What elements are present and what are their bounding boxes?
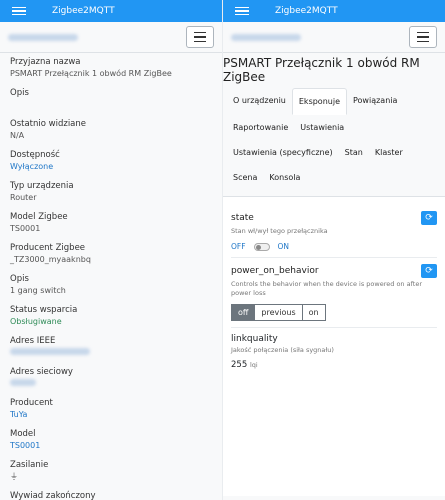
info-label: Producent Zigbee xyxy=(10,243,86,253)
info-value[interactable]: TuYa xyxy=(10,409,212,420)
device-info-list: Przyjazna nazwa PSMART Przełącznik 1 obwó… xyxy=(0,53,222,500)
device-title: PSMART Przełącznik 1 obwód RM ZigBee xyxy=(223,56,420,84)
info-label: Przyjazna nazwa xyxy=(10,57,81,67)
info-label: Typ urządzenia xyxy=(10,181,74,191)
info-value[interactable]: TS0001 xyxy=(10,440,212,451)
info-row: Typ urządzenia Router xyxy=(10,181,212,203)
power-option-button[interactable]: previous xyxy=(255,304,303,321)
info-row: Opis xyxy=(10,88,212,110)
app-title[interactable]: Zigbee2MQTT xyxy=(275,6,338,16)
expose-power-name: power_on_behavior xyxy=(231,266,319,276)
info-value: N/A xyxy=(10,131,25,140)
tab-item[interactable]: Stan xyxy=(339,140,369,165)
info-value xyxy=(10,378,212,389)
refresh-icon: ⟳ xyxy=(425,213,433,223)
info-row: Wywiad zakończonyPrawda xyxy=(10,491,212,500)
tab-item[interactable]: Klaster xyxy=(369,140,409,165)
info-label: Opis xyxy=(10,274,29,284)
expose-lq-desc: Jakość połączenia (siła sygnału) xyxy=(231,346,334,354)
tab-item[interactable]: Ustawienia xyxy=(294,115,350,140)
info-row: Adres sieciowy xyxy=(10,367,212,389)
info-value xyxy=(10,347,212,358)
tab-item[interactable]: Eksponuje xyxy=(291,88,347,115)
top-navbar: Zigbee2MQTT xyxy=(223,0,445,22)
tab-item[interactable]: Scena xyxy=(227,165,263,190)
expose-state-name: state xyxy=(231,213,254,223)
info-row: Status wsparcia Obsługiwane xyxy=(10,305,212,327)
info-row: Model Zigbee TS0001 xyxy=(10,212,212,234)
info-row: Model TS0001 xyxy=(10,429,212,451)
info-label: Zasilanie xyxy=(10,460,49,470)
lq-unit: lqi xyxy=(249,361,258,369)
info-row: Producent Zigbee _TZ3000_myaaknbq xyxy=(10,243,212,265)
expose-state-desc: Stan wł/wył tego przełącznika xyxy=(231,227,328,235)
device-info-pane: Zigbee2MQTT Przyjazna nazwa PSMART Przełą… xyxy=(0,0,222,500)
blurred-address xyxy=(8,33,78,41)
info-value: Router xyxy=(10,193,37,202)
info-label: Dostępność xyxy=(10,150,60,160)
info-row: Adres IEEE xyxy=(10,336,212,358)
info-value: _TZ3000_myaaknbq xyxy=(10,255,91,264)
info-value: TS0001 xyxy=(10,224,41,233)
hamburger-icon[interactable] xyxy=(235,6,249,16)
state-toggle-switch[interactable] xyxy=(253,242,270,251)
tab-item[interactable]: Konsola xyxy=(263,165,306,190)
expose-lq-name: linkquality xyxy=(231,334,278,344)
info-label: Wywiad zakończony xyxy=(10,491,96,500)
expose-linkquality: linkquality Jakość połączenia (siła sygn… xyxy=(231,334,437,370)
info-value: Obsługiwane xyxy=(10,317,62,326)
top-navbar: Zigbee2MQTT xyxy=(0,0,222,22)
expose-power-on-behavior: power_on_behavior ⟳ Controls the behavio… xyxy=(231,264,437,328)
info-value xyxy=(10,99,212,110)
power-option-button[interactable]: off xyxy=(231,304,256,321)
refresh-power-button[interactable]: ⟳ xyxy=(421,264,437,278)
refresh-icon: ⟳ xyxy=(425,266,433,276)
device-tabs: O urządzeniu Eksponuje Powiązania Raportowa… xyxy=(223,84,445,190)
info-label: Adres sieciowy xyxy=(10,367,73,377)
tab-item[interactable]: O urządzeniu xyxy=(227,88,292,115)
menu-toggle-button[interactable] xyxy=(409,26,437,48)
hamburger-icon[interactable] xyxy=(12,6,26,16)
info-label: Opis xyxy=(10,88,29,98)
info-label: Model Zigbee xyxy=(10,212,68,222)
info-row: Przyjazna nazwa PSMART Przełącznik 1 obwó… xyxy=(10,57,212,79)
blurred-address xyxy=(231,33,301,41)
power-option-button[interactable]: on xyxy=(302,304,326,321)
refresh-state-button[interactable]: ⟳ xyxy=(421,211,437,225)
tab-item[interactable]: Powiązania xyxy=(347,88,403,115)
info-row: Dostępność Wyłączone xyxy=(10,150,212,172)
sub-toolbar xyxy=(0,22,222,52)
blurred-value xyxy=(10,379,36,386)
info-label: Ostatnio widziane xyxy=(10,119,87,129)
info-label: Producent xyxy=(10,398,53,408)
state-on-label[interactable]: ON xyxy=(278,242,290,251)
info-label: Model xyxy=(10,429,36,439)
device-exposes-pane: Zigbee2MQTT PSMART Przełącznik 1 obwód R… xyxy=(223,0,445,500)
info-row: Zasilanie ⏚ xyxy=(10,460,212,482)
info-label: Adres IEEE xyxy=(10,336,56,346)
info-value[interactable]: Wyłączone xyxy=(10,161,212,172)
state-off-label[interactable]: OFF xyxy=(231,242,246,251)
exposes-panel: state ⟳ Stan wł/wył tego przełącznika OF… xyxy=(223,196,445,496)
menu-toggle-button[interactable] xyxy=(186,26,214,48)
sub-toolbar xyxy=(223,22,445,52)
expose-state: state ⟳ Stan wł/wył tego przełącznika OF… xyxy=(231,211,437,258)
info-value: 1 gang switch xyxy=(10,286,66,295)
info-row: Producent TuYa xyxy=(10,398,212,420)
expose-power-desc: Controls the behavior when the device is… xyxy=(231,280,422,297)
blurred-value xyxy=(10,348,90,355)
info-value: PSMART Przełącznik 1 obwód RM ZigBee xyxy=(10,69,172,78)
info-value: ⏚ xyxy=(10,472,18,481)
tab-item[interactable]: Ustawienia (specyficzne) xyxy=(227,140,339,165)
power-options-group: off previous on xyxy=(231,304,437,321)
info-row: Ostatnio widziane N/A xyxy=(10,119,212,141)
app-title[interactable]: Zigbee2MQTT xyxy=(52,6,115,16)
tab-item[interactable]: Raportowanie xyxy=(227,115,294,140)
info-label: Status wsparcia xyxy=(10,305,78,315)
info-row: Opis 1 gang switch xyxy=(10,274,212,296)
lq-value: 255 xyxy=(231,360,248,370)
